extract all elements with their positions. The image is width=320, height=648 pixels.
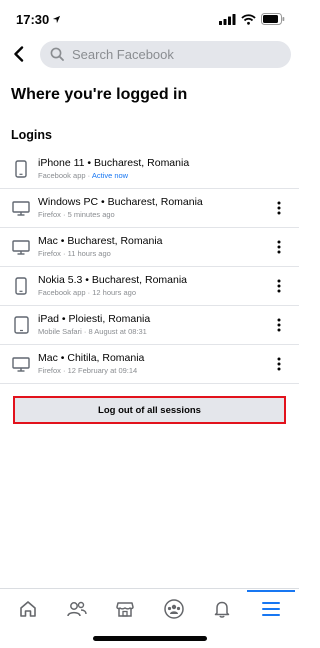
- bottom-nav: [0, 588, 299, 628]
- search-input[interactable]: Search Facebook: [40, 40, 291, 68]
- top-bar: Search Facebook: [0, 38, 299, 70]
- signal-icon: [219, 13, 236, 25]
- friends-icon: [67, 601, 87, 616]
- session-app: Facebook app: [38, 171, 86, 180]
- session-title: Mac • Chitila, Romania: [38, 352, 145, 364]
- session-device: Windows PC: [38, 196, 99, 208]
- nav-marketplace[interactable]: [105, 591, 145, 627]
- page-title: Where you're logged in: [11, 86, 188, 103]
- status-time: 17:30: [16, 11, 50, 27]
- session-row[interactable]: Nokia 5.3 • Bucharest, Romania Facebook a…: [0, 267, 299, 306]
- session-title: iPhone 11 • Bucharest, Romania: [38, 157, 190, 169]
- session-device: Mac: [38, 235, 58, 247]
- session-app: Firefox: [38, 366, 61, 375]
- session-app: Mobile Safari: [38, 327, 82, 336]
- desktop-icon: [11, 354, 31, 374]
- search-placeholder: Search Facebook: [72, 46, 174, 62]
- session-app: Firefox: [38, 249, 61, 258]
- more-vertical-icon: [277, 240, 281, 254]
- session-device: Nokia 5.3: [38, 274, 83, 286]
- session-row[interactable]: Windows PC • Bucharest, Romania Firefox ·…: [0, 189, 299, 228]
- session-when: Active now: [91, 171, 129, 180]
- more-options-button[interactable]: [273, 237, 285, 257]
- session-subtitle: Firefox · 11 hours ago: [38, 249, 111, 258]
- more-vertical-icon: [277, 201, 281, 215]
- session-when: 11 hours ago: [67, 249, 111, 258]
- nav-menu[interactable]: [246, 589, 295, 627]
- session-when: 12 hours ago: [92, 288, 137, 297]
- session-row[interactable]: iPhone 11 • Bucharest, Romania Facebook a…: [0, 150, 299, 189]
- phone-icon: [11, 159, 31, 179]
- logout-all-button[interactable]: Log out of all sessions: [13, 396, 286, 424]
- search-icon: [50, 47, 64, 61]
- more-vertical-icon: [277, 279, 281, 293]
- more-vertical-icon: [277, 357, 281, 371]
- session-location: Bucharest, Romania: [67, 235, 163, 247]
- home-indicator: [92, 636, 207, 641]
- wifi-icon: [241, 13, 256, 25]
- session-location: Chitila, Romania: [67, 352, 145, 364]
- groups-icon: [164, 598, 184, 619]
- battery-icon: [261, 13, 285, 25]
- section-heading: Logins: [11, 128, 52, 142]
- more-options-button[interactable]: [273, 276, 285, 296]
- session-when: 12 February at 09:14: [67, 366, 138, 375]
- session-row[interactable]: Mac • Chitila, Romania Firefox · 12 Febru…: [0, 345, 299, 384]
- session-device: iPad: [38, 313, 60, 325]
- bell-icon: [215, 601, 230, 618]
- session-when: 5 minutes ago: [67, 210, 115, 219]
- tablet-icon: [11, 315, 31, 335]
- phone-icon: [11, 276, 31, 296]
- more-options-button[interactable]: [273, 354, 285, 374]
- menu-icon: [261, 601, 280, 616]
- desktop-icon: [11, 237, 31, 257]
- session-subtitle: Firefox · 5 minutes ago: [38, 210, 115, 219]
- status-bar: 17:30: [0, 0, 299, 38]
- session-app: Facebook app: [38, 288, 86, 297]
- more-options-button[interactable]: [273, 198, 285, 218]
- location-arrow-icon: [53, 15, 61, 23]
- session-device: iPhone 11: [38, 157, 85, 169]
- nav-notifications[interactable]: [202, 591, 242, 627]
- session-title: iPad • Ploiesti, Romania: [38, 313, 151, 325]
- session-subtitle: Facebook app · Active now: [38, 171, 129, 180]
- session-location: Bucharest, Romania: [91, 274, 188, 286]
- session-title: Mac • Bucharest, Romania: [38, 235, 163, 247]
- home-icon: [20, 600, 37, 617]
- session-location: Ploiesti, Romania: [68, 313, 151, 325]
- logout-all-label: Log out of all sessions: [98, 404, 201, 416]
- marketplace-icon: [116, 601, 134, 617]
- more-options-button[interactable]: [273, 315, 285, 335]
- nav-friends[interactable]: [57, 591, 97, 627]
- nav-groups[interactable]: [154, 591, 194, 627]
- session-device: Mac: [38, 352, 58, 364]
- nav-home[interactable]: [8, 591, 48, 627]
- more-vertical-icon: [277, 318, 281, 332]
- session-subtitle: Mobile Safari · 8 August at 08:31: [38, 327, 147, 336]
- session-title: Windows PC • Bucharest, Romania: [38, 196, 203, 208]
- chevron-left-icon: [14, 46, 24, 62]
- session-title: Nokia 5.3 • Bucharest, Romania: [38, 274, 188, 286]
- session-subtitle: Facebook app · 12 hours ago: [38, 288, 137, 297]
- session-when: 8 August at 08:31: [88, 327, 147, 336]
- session-row[interactable]: iPad • Ploiesti, Romania Mobile Safari · …: [0, 306, 299, 345]
- session-list: iPhone 11 • Bucharest, Romania Facebook a…: [0, 150, 299, 384]
- session-row[interactable]: Mac • Bucharest, Romania Firefox · 11 hou…: [0, 228, 299, 267]
- session-app: Firefox: [38, 210, 61, 219]
- back-button[interactable]: [8, 43, 30, 65]
- session-location: Bucharest, Romania: [107, 196, 203, 208]
- desktop-icon: [11, 198, 31, 218]
- session-location: Bucharest, Romania: [94, 157, 190, 169]
- session-subtitle: Firefox · 12 February at 09:14: [38, 366, 138, 375]
